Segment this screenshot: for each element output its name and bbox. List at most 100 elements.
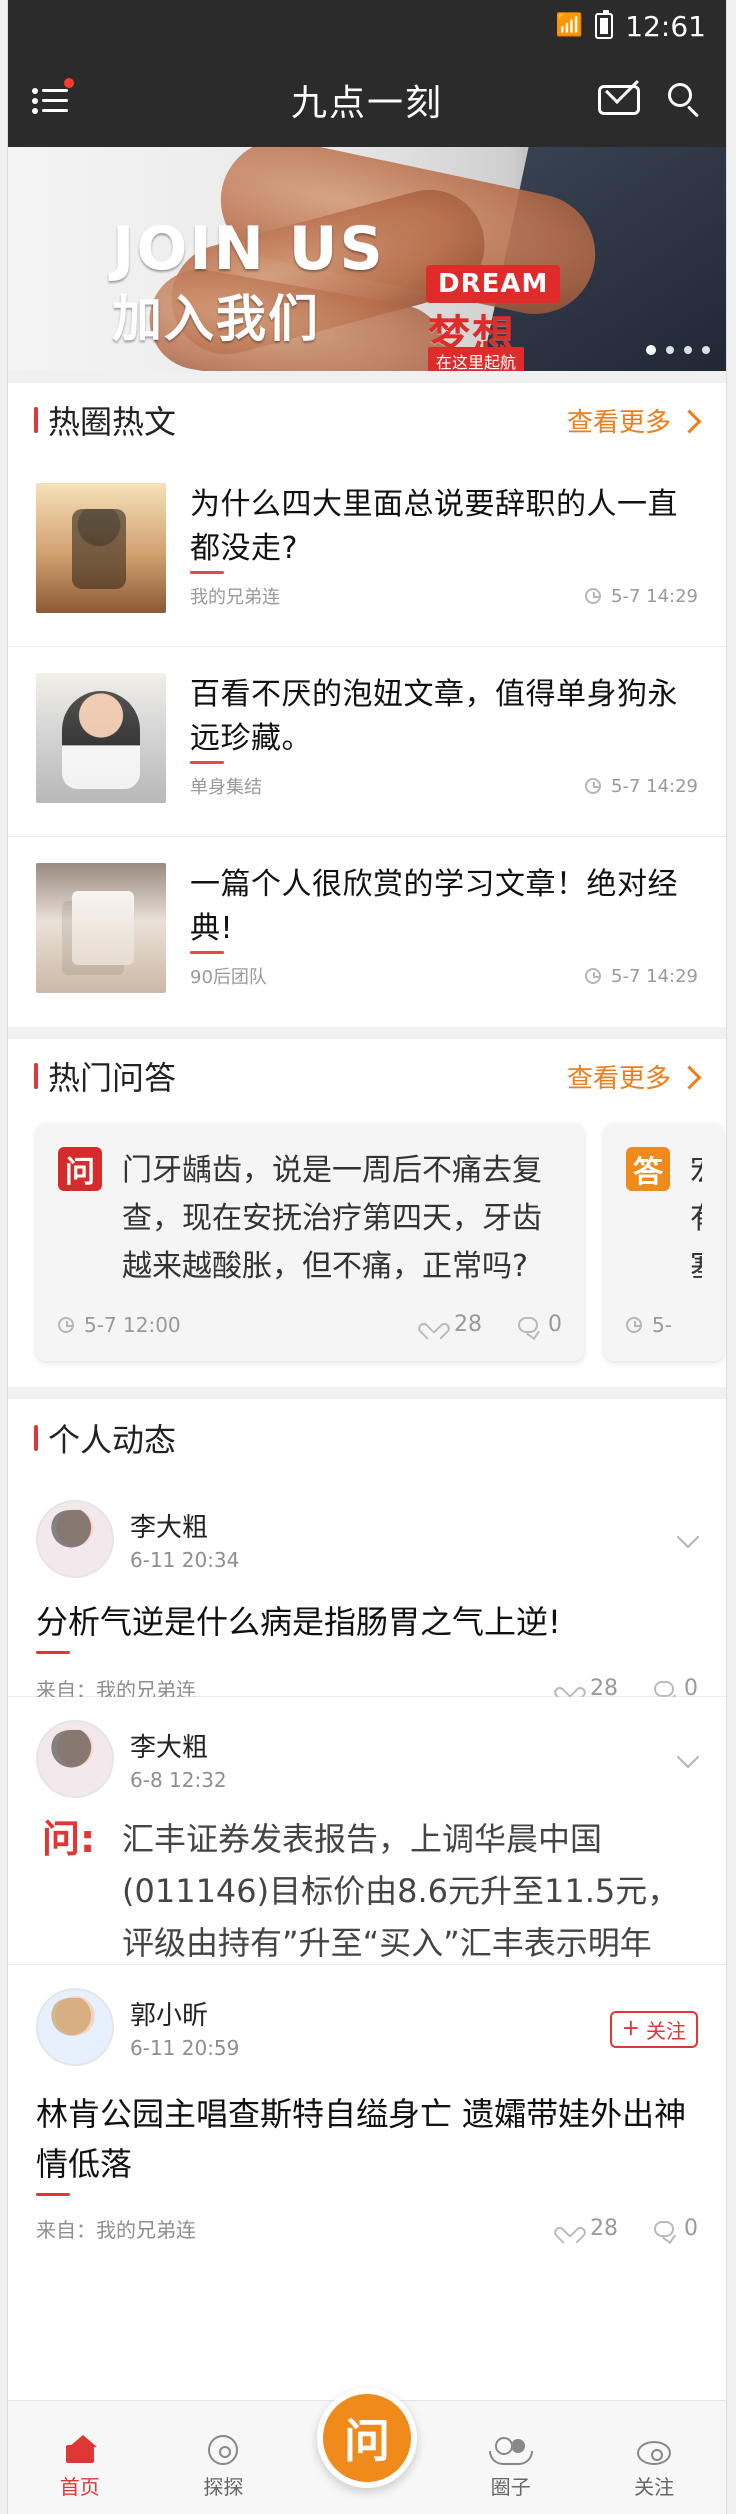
article-source: 单身集结: [190, 777, 262, 798]
article-title: 为什么四大里面总说要辞职的人一直都没走?: [190, 483, 698, 574]
article-meta: 90后团队 5-7 14:29: [190, 963, 698, 999]
avatar[interactable]: [36, 1720, 114, 1798]
comment-count[interactable]: 0: [654, 2216, 698, 2241]
avatar[interactable]: [36, 1500, 114, 1578]
user-name: 郭小昕: [130, 2000, 209, 2031]
feed-item[interactable]: 李大粗 6-11 20:34 分析气逆是什么病是指肠胃之气上逆! 来自：我的兄弟…: [8, 1477, 726, 1702]
post-time: 6-11 20:59: [130, 2035, 240, 2060]
qa-card-peek[interactable]: 答 宏 有 塞 5-: [604, 1123, 724, 1361]
feed-item[interactable]: 郭小昕 6-11 20:59 + 关注 林肯公园主唱查斯特自缢身亡 遗孀带娃外出…: [8, 1965, 726, 2281]
hero-banner[interactable]: JOIN US 加入我们 DREAM 梦想 在这里起航: [8, 147, 726, 371]
feed-user: 李大粗 6-8 12:32: [36, 1715, 698, 1803]
page-dot: [646, 345, 656, 355]
section-header: 个人动态: [8, 1399, 726, 1477]
avatar[interactable]: [36, 1988, 114, 2066]
nav-circle[interactable]: 圈子: [451, 2435, 571, 2500]
article-row[interactable]: 百看不厌的泡妞文章，值得单身狗永远珍藏。 单身集结 5-7 14:29: [8, 647, 726, 837]
qa-card[interactable]: 问 门牙龋齿，说是一周后不痛去复查，现在安抚治疗第四天，牙齿越来越酸胀，但不痛，…: [36, 1123, 584, 1361]
home-icon: [63, 2435, 97, 2465]
clock-icon: [58, 1316, 74, 1333]
bottom-navigation: 首页 探探 圈子 关注 问: [8, 2388, 726, 2514]
user-meta: 李大粗 6-11 20:34: [130, 1507, 239, 1572]
page-dot: [684, 346, 692, 354]
section-accent-bar: [34, 1063, 38, 1089]
comment-icon: [518, 1316, 538, 1333]
app-screen: 📶 12:61 九点一刻 JOIN US 加入我们 DREAM 梦想 在这里起航…: [8, 0, 726, 2514]
like-count-text: 28: [590, 2216, 618, 2241]
heart-icon: [560, 1680, 580, 1698]
article-time: 5-7 14:29: [585, 966, 698, 987]
article-time-text: 5-7 14:29: [611, 965, 698, 987]
mail-icon[interactable]: [598, 69, 640, 115]
article-title: 百看不厌的泡妞文章，值得单身狗永远珍藏。: [190, 673, 698, 764]
article-row[interactable]: 一篇个人很欣赏的学习文章！绝对经典! 90后团队 5-7 14:29: [8, 837, 726, 1027]
article-thumbnail: [36, 673, 166, 803]
page-dot: [702, 346, 710, 354]
more-link-text: 查看更多: [566, 407, 671, 438]
article-time-text: 5-7 14:29: [611, 585, 698, 607]
ask-fab-button[interactable]: 问: [317, 2388, 417, 2488]
article-row[interactable]: 为什么四大里面总说要辞职的人一直都没走? 我的兄弟连 5-7 14:29: [8, 457, 726, 647]
nav-home-label: 首页: [59, 2475, 100, 2499]
qa-carousel[interactable]: 问 门牙龋齿，说是一周后不痛去复查，现在安抚治疗第四天，牙齿越来越酸胀，但不痛，…: [8, 1113, 726, 1387]
article-meta: 我的兄弟连 5-7 14:29: [190, 583, 698, 619]
heart-icon: [424, 1316, 444, 1334]
heart-icon: [560, 2220, 580, 2238]
user-name: 李大粗: [130, 1512, 209, 1543]
article-time: 5-7 14:29: [585, 776, 698, 797]
title-underline: [36, 2193, 70, 2196]
comment-count-text: 0: [684, 2216, 698, 2241]
feed-actions: 28 0: [560, 2216, 698, 2241]
section-hot-qa: 热门问答 查看更多 问 门牙龋齿，说是一周后不痛去复查，现在安抚治疗第四天，牙齿…: [8, 1027, 726, 1387]
menu-icon[interactable]: [32, 77, 74, 114]
status-bar: 📶 12:61: [8, 0, 726, 52]
qa-time-text: 5-7 12:00: [84, 1312, 181, 1337]
more-link[interactable]: 查看更多: [566, 1058, 702, 1095]
article-time-text: 5-7 14:29: [611, 775, 698, 797]
search-icon[interactable]: [668, 82, 702, 117]
section-header: 热门问答 查看更多: [8, 1039, 726, 1113]
section-title-text: 热门问答: [48, 1059, 177, 1097]
section-title: 个人动态: [34, 1415, 176, 1461]
like-count[interactable]: 28: [560, 2216, 618, 2241]
chevron-right-icon: [677, 408, 702, 434]
top-header: 九点一刻: [8, 52, 726, 147]
user-meta: 郭小昕 6-11 20:59: [130, 1995, 239, 2060]
follow-button[interactable]: + 关注: [609, 2011, 698, 2048]
feed-footer: 来自：我的兄弟连 28 0: [36, 2214, 698, 2243]
user-meta: 李大粗 6-8 12:32: [130, 1727, 227, 1792]
nav-home[interactable]: 首页: [20, 2435, 140, 2500]
more-link[interactable]: 查看更多: [566, 402, 702, 439]
title-underline: [36, 1651, 70, 1654]
like-count[interactable]: 28: [424, 1312, 482, 1337]
section-title: 热圈热文: [34, 397, 176, 443]
article-title: 一篇个人很欣赏的学习文章！绝对经典!: [190, 863, 698, 954]
nav-follow[interactable]: 关注: [594, 2437, 714, 2500]
comment-count-text: 0: [548, 1312, 562, 1337]
article-content: 为什么四大里面总说要辞职的人一直都没走? 我的兄弟连 5-7 14:29: [190, 483, 698, 619]
qa-meta: 5-7 12:00 28 0: [58, 1312, 562, 1337]
comment-count[interactable]: 0: [518, 1312, 562, 1337]
feed-title: 分析气逆是什么病是指肠胃之气上逆!: [36, 1603, 561, 1641]
article-content: 百看不厌的泡妞文章，值得单身狗永远珍藏。 单身集结 5-7 14:29: [190, 673, 698, 809]
follow-button-label: 关注: [646, 2019, 686, 2043]
answer-badge: 答: [626, 1147, 670, 1191]
qa-text: 宏 有 塞: [690, 1147, 702, 1291]
circle-icon: [488, 2435, 533, 2465]
nav-explore[interactable]: 探探: [163, 2435, 283, 2500]
header-left: [32, 77, 74, 114]
article-meta: 单身集结 5-7 14:29: [190, 773, 698, 809]
qa-meta: 5-: [626, 1313, 702, 1337]
article-source: 90后团队: [190, 967, 267, 988]
section-hot-articles: 热圈热文 查看更多 为什么四大里面总说要辞职的人一直都没走? 我的兄弟连 5-7…: [8, 371, 726, 1027]
qa-time-text: 5-: [652, 1313, 672, 1337]
clock-icon: [585, 778, 601, 794]
feed-item[interactable]: 李大粗 6-8 12:32 问: 汇丰证券发表报告，上调华晨中国(011146)…: [8, 1697, 726, 2056]
banner-dream-tag: DREAM: [426, 265, 561, 303]
more-link-text: 查看更多: [566, 1063, 671, 1094]
banner-pagination: [646, 345, 710, 355]
section-header: 热圈热文 查看更多: [8, 383, 726, 457]
user-name: 李大粗: [130, 1732, 209, 1763]
status-time: 12:61: [625, 9, 706, 43]
banner-join-text: JOIN US: [112, 214, 385, 284]
